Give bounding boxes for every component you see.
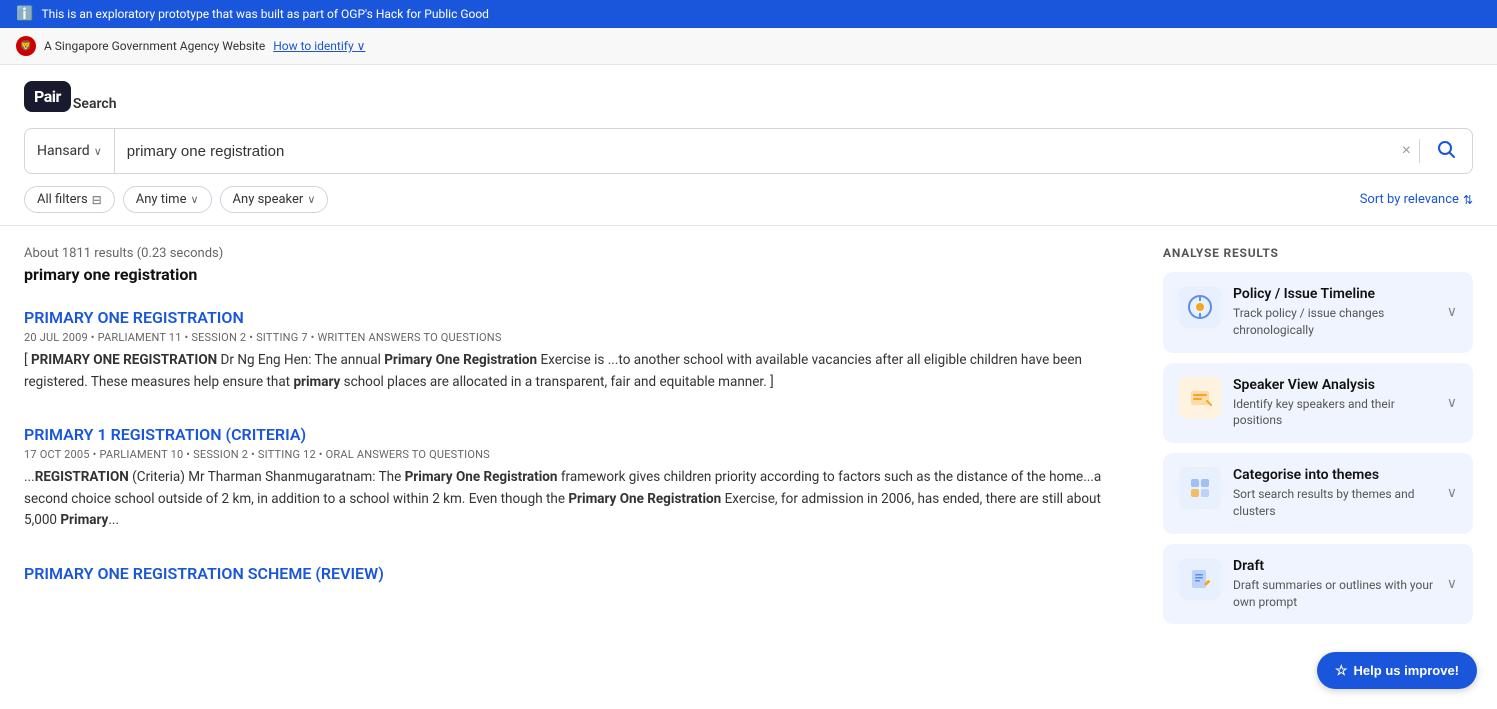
chevron-down-icon: ∨: [1447, 304, 1457, 320]
all-filters-chip[interactable]: All filters ⊟: [24, 186, 115, 213]
search-button[interactable]: [1420, 129, 1472, 173]
help-label: Help us improve!: [1354, 663, 1459, 678]
search-source-select[interactable]: Hansard ∨: [25, 129, 115, 173]
main-content: About 1811 results (0.23 seconds) primar…: [0, 226, 1497, 654]
timeline-card-desc: Track policy / issue changes chronologic…: [1233, 305, 1435, 339]
timeline-card-text: Policy / Issue Timeline Track policy / i…: [1233, 286, 1435, 339]
info-bar-text: This is an exploratory prototype that wa…: [41, 7, 489, 21]
gov-logo: 🦁: [16, 36, 36, 56]
timeline-icon-wrap: [1179, 286, 1221, 328]
chevron-down-icon: ∨: [1447, 485, 1457, 501]
filter-row: All filters ⊟ Any time ∨ Any speaker ∨ S…: [24, 186, 1473, 225]
analysis-card-speaker[interactable]: Speaker View Analysis Identify key speak…: [1163, 363, 1473, 444]
result-title-2[interactable]: PRIMARY 1 REGISTRATION (CRITERIA): [24, 425, 1123, 444]
any-speaker-label: Any speaker: [233, 192, 304, 207]
info-icon: ℹ️: [16, 6, 33, 22]
chevron-down-icon: ∨: [190, 193, 198, 206]
themes-card-desc: Sort search results by themes and cluste…: [1233, 486, 1435, 520]
result-snippet-1: [ PRIMARY ONE REGISTRATION Dr Ng Eng Hen…: [24, 350, 1123, 393]
result-item-3: PRIMARY ONE REGISTRATION SCHEME (REVIEW): [24, 564, 1123, 583]
gov-banner-text: A Singapore Government Agency Website: [44, 39, 265, 53]
chevron-down-icon: ∨: [307, 193, 315, 206]
search-source-label: Hansard: [37, 143, 90, 159]
chevron-down-icon: ∨: [1447, 395, 1457, 411]
analysis-card-draft[interactable]: Draft Draft summaries or outlines with y…: [1163, 544, 1473, 625]
chevron-down-icon: ∨: [1447, 576, 1457, 592]
timeline-card-title: Policy / Issue Timeline: [1233, 286, 1435, 302]
draft-card-text: Draft Draft summaries or outlines with y…: [1233, 558, 1435, 611]
themes-card-text: Categorise into themes Sort search resul…: [1233, 467, 1435, 520]
search-input[interactable]: [115, 129, 1394, 173]
gov-banner: 🦁 A Singapore Government Agency Website …: [0, 28, 1497, 65]
logo-box: Pair: [24, 81, 71, 112]
themes-card-title: Categorise into themes: [1233, 467, 1435, 483]
gov-identify-link[interactable]: How to identify ∨: [273, 39, 365, 53]
timeline-icon: [1179, 286, 1221, 328]
help-button[interactable]: ☆ Help us improve!: [1317, 652, 1477, 689]
star-icon: ☆: [1335, 662, 1348, 679]
chevron-down-icon: ∨: [94, 145, 102, 158]
search-icon: [1436, 139, 1456, 164]
speaker-icon-wrap: [1179, 377, 1221, 419]
logo-area: Pair Search: [24, 81, 1473, 112]
analyse-header: ANALYSE RESULTS: [1163, 246, 1473, 260]
speaker-card-text: Speaker View Analysis Identify key speak…: [1233, 377, 1435, 430]
info-bar: ℹ️ This is an exploratory prototype that…: [0, 0, 1497, 28]
result-title-3[interactable]: PRIMARY ONE REGISTRATION SCHEME (REVIEW): [24, 564, 1123, 583]
results-meta: About 1811 results (0.23 seconds): [24, 246, 1123, 261]
chevron-down-icon: ∨: [357, 39, 366, 53]
close-icon: ×: [1402, 142, 1411, 160]
header: Pair Search Hansard ∨ × All filters ⊟: [0, 65, 1497, 226]
sort-link[interactable]: Sort by relevance ⇅: [1360, 192, 1473, 207]
search-bar: Hansard ∨ ×: [24, 128, 1473, 174]
right-panel: ANALYSE RESULTS Policy / Issue Timeline …: [1163, 246, 1473, 634]
draft-card-desc: Draft summaries or outlines with your ow…: [1233, 577, 1435, 611]
draft-icon: [1179, 558, 1221, 600]
result-meta-2: 17 OCT 2005 • PARLIAMENT 10 • SESSION 2 …: [24, 448, 1123, 461]
filter-icon: ⊟: [92, 193, 102, 207]
result-item-2: PRIMARY 1 REGISTRATION (CRITERIA) 17 OCT…: [24, 425, 1123, 532]
any-time-label: Any time: [136, 192, 187, 207]
speaker-card-desc: Identify key speakers and their position…: [1233, 396, 1435, 430]
any-time-chip[interactable]: Any time ∨: [123, 186, 212, 213]
themes-icon-wrap: [1179, 467, 1221, 509]
analysis-card-timeline[interactable]: Policy / Issue Timeline Track policy / i…: [1163, 272, 1473, 353]
result-item-1: PRIMARY ONE REGISTRATION 20 JUL 2009 • P…: [24, 308, 1123, 393]
sort-label: Sort by relevance: [1360, 192, 1459, 207]
speaker-card-title: Speaker View Analysis: [1233, 377, 1435, 393]
themes-icon: [1179, 467, 1221, 509]
result-meta-1: 20 JUL 2009 • PARLIAMENT 11 • SESSION 2 …: [24, 331, 1123, 344]
results-pane: About 1811 results (0.23 seconds) primar…: [24, 246, 1163, 634]
sort-icon: ⇅: [1463, 193, 1473, 207]
draft-card-title: Draft: [1233, 558, 1435, 574]
filter-label: All filters: [37, 192, 88, 207]
result-title-1[interactable]: PRIMARY ONE REGISTRATION: [24, 308, 1123, 327]
results-query: primary one registration: [24, 265, 1123, 284]
result-snippet-2: ...REGISTRATION (Criteria) Mr Tharman Sh…: [24, 467, 1123, 532]
draft-icon-wrap: [1179, 558, 1221, 600]
any-speaker-chip[interactable]: Any speaker ∨: [220, 186, 329, 213]
logo-label: Search: [73, 96, 117, 112]
analysis-card-themes[interactable]: Categorise into themes Sort search resul…: [1163, 453, 1473, 534]
clear-search-button[interactable]: ×: [1394, 129, 1419, 173]
speaker-icon: [1179, 377, 1221, 419]
